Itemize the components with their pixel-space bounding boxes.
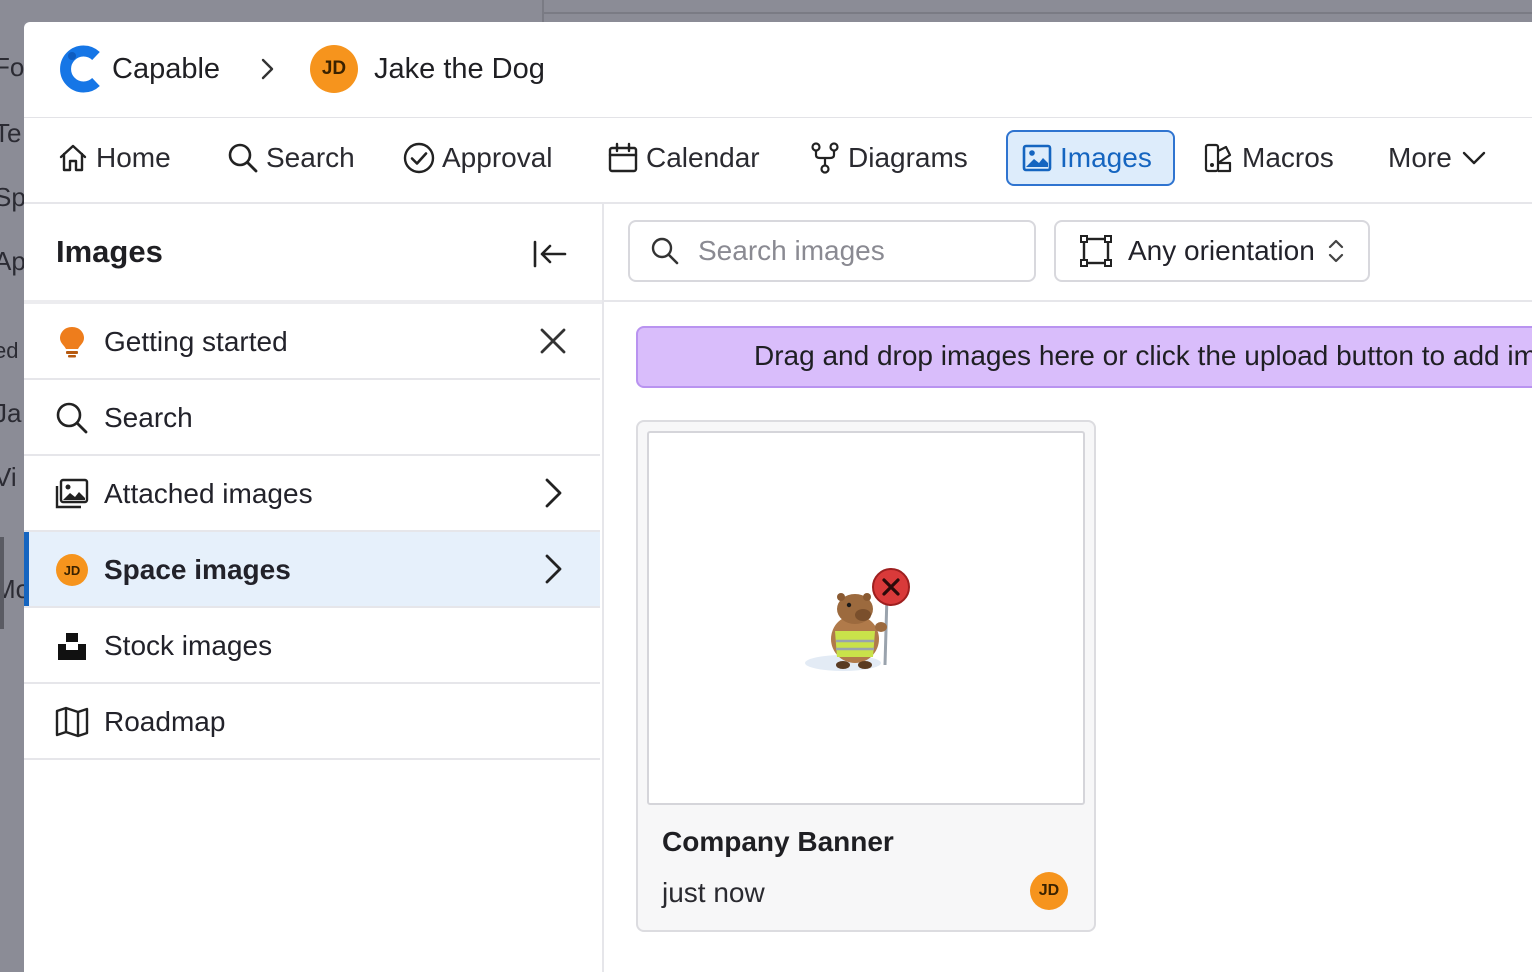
nav-label: Search	[266, 142, 355, 173]
background-divider	[542, 0, 544, 22]
nav-label: Images	[1060, 142, 1152, 173]
chevron-right-icon	[545, 554, 562, 584]
sidebar-item-label: Search	[104, 402, 193, 433]
nav-label: Home	[96, 142, 171, 173]
image-timestamp: just now	[662, 877, 765, 908]
background-active-marker	[0, 537, 4, 629]
background-text: Te	[0, 118, 22, 148]
images-dialog: Capable JD Jake the Dog Home Search Appr…	[24, 22, 1532, 972]
background-divider	[542, 12, 1532, 14]
calendar-icon	[608, 142, 638, 173]
image-card[interactable]: Company Banner just now JD	[636, 420, 1096, 932]
sidebar-item-label: Roadmap	[104, 706, 226, 737]
search-images-box[interactable]	[628, 220, 1036, 282]
sidebar-item-getting-started[interactable]: Getting started	[24, 304, 600, 380]
check-circle-icon	[403, 142, 435, 174]
nav-more[interactable]: More	[1388, 130, 1494, 186]
diagram-icon	[811, 142, 839, 174]
search-icon	[228, 143, 258, 173]
image-thumbnail	[647, 431, 1085, 805]
search-icon	[54, 400, 90, 436]
sidebar-item-label: Stock images	[104, 630, 273, 661]
nav-label: More	[1388, 142, 1452, 173]
nav-label: Macros	[1242, 142, 1334, 173]
chevron-down-icon	[1462, 151, 1485, 165]
orientation-value: Any orientation	[1128, 235, 1315, 266]
upload-dropzone[interactable]: Drag and drop images here or click the u…	[636, 326, 1532, 388]
background-text: Sp	[0, 182, 24, 212]
background-text: ed	[0, 338, 19, 363]
uploader-avatar: JD	[1030, 872, 1068, 910]
sidebar-item-roadmap[interactable]: Roadmap	[24, 684, 600, 760]
sidebar-item-stock-images[interactable]: Stock images	[24, 608, 600, 684]
image-title: Company Banner	[662, 826, 894, 857]
nav-diagrams[interactable]: Diagrams	[808, 130, 968, 186]
lightbulb-icon	[54, 324, 90, 360]
sidebar-title: Images	[56, 234, 163, 269]
images-toolbar: Any orientation	[604, 204, 1532, 302]
search-icon	[651, 237, 679, 265]
background-text: Ap	[0, 246, 24, 276]
search-images-input[interactable]	[696, 234, 1020, 268]
space-avatar: JD	[54, 552, 90, 588]
avatar-initials: JD	[321, 58, 347, 79]
sidebar-item-space-images[interactable]: JD Space images	[24, 532, 600, 608]
avatar: JD	[56, 554, 88, 586]
map-icon	[54, 704, 90, 740]
sidebar-item-label: Getting started	[104, 326, 288, 357]
images-icon	[54, 476, 90, 512]
home-icon	[59, 144, 87, 172]
sidebar-item-search[interactable]: Search	[24, 380, 600, 456]
dropzone-text: Drag and drop images here or click the u…	[754, 340, 1532, 371]
nav-label: Diagrams	[848, 142, 968, 173]
close-icon[interactable]	[534, 322, 572, 360]
nav-calendar[interactable]: Calendar	[606, 130, 760, 186]
sidebar-item-attached-images[interactable]: Attached images	[24, 456, 600, 532]
sidebar-item-label: Space images	[104, 554, 291, 585]
breadcrumb-space[interactable]: JD Jake the Dog	[310, 45, 545, 93]
capable-logo-icon	[60, 45, 100, 93]
unsplash-icon	[54, 628, 90, 664]
avatar-initials: JD	[63, 562, 81, 578]
main-nav: Home Search Approval Calendar Diagrams I…	[24, 118, 1532, 204]
nav-images[interactable]: Images	[1006, 130, 1175, 186]
orientation-select[interactable]: Any orientation	[1054, 220, 1370, 282]
brand-name: Capable	[112, 52, 221, 85]
nav-home[interactable]: Home	[56, 130, 171, 186]
sidebar-item-label: Attached images	[104, 478, 313, 509]
nav-label: Approval	[442, 142, 553, 173]
sidebar-header: Images	[24, 204, 602, 304]
chevron-right-icon	[261, 58, 274, 80]
nav-approval[interactable]: Approval	[402, 130, 553, 186]
dialog-header: Capable JD Jake the Dog	[24, 22, 1532, 118]
capybara-stop-sign-illustration	[805, 568, 910, 671]
sidebar-list: Getting started Search Attached images J…	[24, 304, 600, 760]
images-content: Any orientation Drag and drop images her…	[604, 204, 1532, 972]
nav-label: Calendar	[646, 142, 760, 173]
nav-search[interactable]: Search	[226, 130, 355, 186]
nav-macros[interactable]: Macros	[1202, 130, 1334, 186]
avatar-initials: JD	[1038, 882, 1060, 899]
space-avatar: JD	[310, 45, 358, 93]
chevron-right-icon	[545, 478, 562, 508]
background-top-strip	[24, 0, 1532, 22]
select-caret-icon	[1328, 239, 1343, 263]
brand[interactable]: Capable	[56, 44, 220, 94]
macros-icon	[1204, 143, 1232, 173]
background-text: Fo	[0, 52, 24, 82]
orientation-icon	[1080, 235, 1112, 267]
background-text: Ja	[0, 398, 22, 428]
image-icon	[1022, 144, 1052, 172]
background-text: Vi	[0, 462, 17, 492]
images-sidebar: Images Getting started Search Attached i…	[24, 204, 604, 972]
background-app: Fo Te Sp Ap ed Ja Vi Mo	[0, 0, 24, 972]
collapse-sidebar-icon[interactable]	[530, 234, 570, 274]
space-name: Jake the Dog	[374, 52, 545, 85]
